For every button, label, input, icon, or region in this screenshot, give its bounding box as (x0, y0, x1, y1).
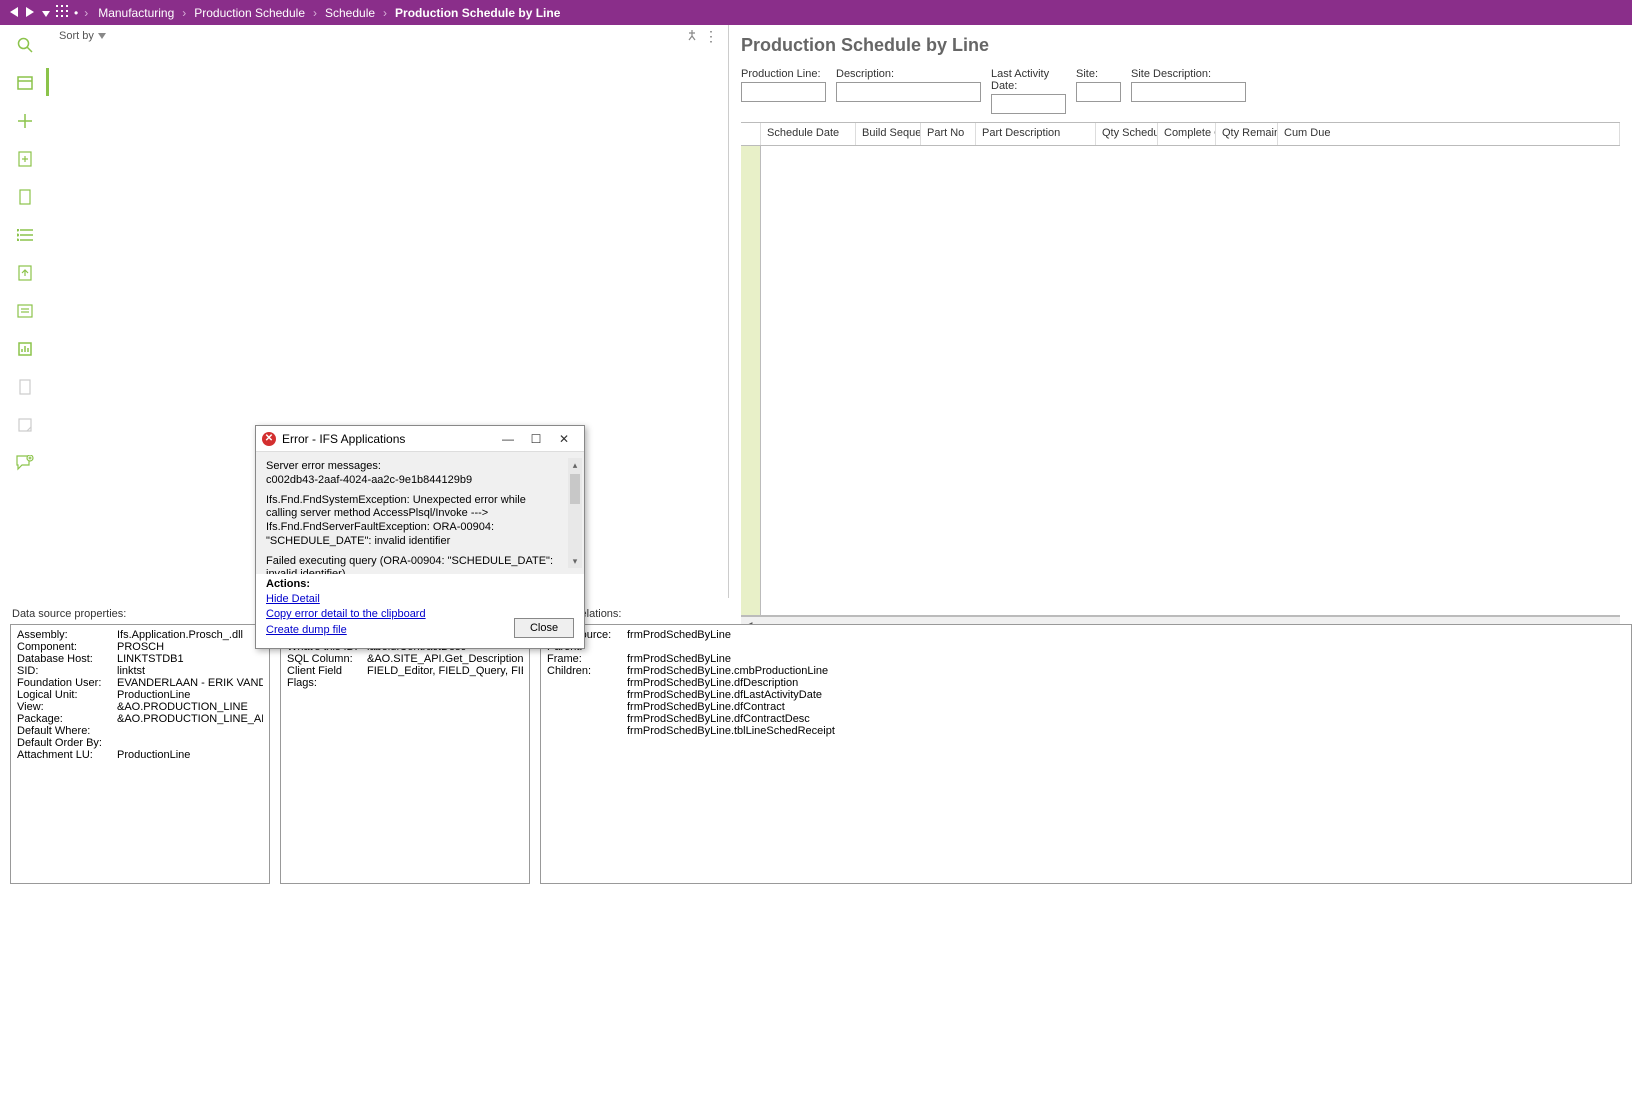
grid-header: Schedule Date Build Sequence Part No Par… (741, 122, 1620, 146)
chat-plus-icon[interactable] (15, 453, 35, 473)
sort-by-button[interactable]: Sort by (59, 30, 106, 42)
export-icon[interactable] (15, 263, 35, 283)
bottom-panels: Data source properties: ▴ Assembly:Ifs.A… (10, 608, 1632, 1120)
breadcrumb: Manufacturing › Production Schedule › Sc… (98, 6, 560, 20)
rel-child: frmProdSchedByLine.tblLineSchedReceipt (627, 725, 1625, 737)
nav-forward-icon[interactable] (26, 6, 36, 20)
crumb-schedule[interactable]: Schedule (325, 6, 375, 20)
grid-row-gutter (741, 146, 761, 615)
crumb-manufacturing[interactable]: Manufacturing (98, 6, 174, 20)
col-schedule-date[interactable]: Schedule Date (761, 123, 856, 145)
search-icon[interactable] (15, 35, 35, 55)
crumb-current: Production Schedule by Line (395, 6, 560, 20)
rel-child: frmProdSchedByLine.dfLastActivityDate (627, 689, 1625, 701)
kv-row: Logical Unit:ProductionLine (17, 689, 263, 701)
dialog-title: Error - IFS Applications (282, 432, 494, 446)
schedule-grid: Schedule Date Build Sequence Part No Par… (741, 122, 1620, 633)
col-qty-sched[interactable]: Qty Scheduled (1096, 123, 1158, 145)
error-icon: ✕ (262, 432, 276, 446)
nav-back-icon[interactable] (10, 6, 20, 20)
kv-row: Package:&AO.PRODUCTION_LINE_API (17, 713, 263, 725)
top-bar: • › Manufacturing › Production Schedule … (0, 0, 1632, 25)
rel-child: frmProdSchedByLine.dfDescription (627, 677, 1625, 689)
maximize-button[interactable]: ☐ (522, 432, 550, 446)
form-icon[interactable] (15, 301, 35, 321)
label-site: Site: (1076, 68, 1121, 80)
nav-dropdown-icon[interactable] (42, 6, 50, 20)
sip-box: Control:dfContractDescWhat's this ID:lab… (280, 624, 530, 884)
minimize-button[interactable]: — (494, 432, 522, 446)
kv-row: Component:PROSCH (17, 641, 263, 653)
bullet-icon: • (74, 6, 78, 20)
link-copy-clipboard[interactable]: Copy error detail to the clipboard (266, 607, 426, 622)
label-production-line: Production Line: (741, 68, 826, 80)
chart-icon[interactable] (15, 339, 35, 359)
add-page-icon[interactable] (15, 149, 35, 169)
dsp-box: ▴ Assembly:Ifs.Application.Prosch_.dllCo… (10, 624, 270, 884)
rel-child: frmProdSchedByLine.dfContractDesc (627, 713, 1625, 725)
kv-row: Attachment LU:ProductionLine (17, 749, 263, 761)
page-icon[interactable] (15, 187, 35, 207)
dialog-scrollbar[interactable]: ▴▾ (568, 458, 582, 568)
col-part-no[interactable]: Part No (921, 123, 976, 145)
label-last-activity: Last Activity Date: (991, 68, 1066, 92)
kv-row: Assembly:Ifs.Application.Prosch_.dll (17, 629, 263, 641)
label-site-desc: Site Description: (1131, 68, 1246, 80)
kv-row: Client Field Flags:FIELD_Editor, FIELD_Q… (287, 665, 523, 689)
kv-row: SID:linktst (17, 665, 263, 677)
rel-title: Object relations: (540, 608, 1632, 620)
col-build-seq[interactable]: Build Sequence (856, 123, 921, 145)
list-icon[interactable] (15, 225, 35, 245)
apps-grid-icon[interactable] (56, 5, 68, 20)
kv-row: SQL Column:&AO.SITE_API.Get_Description(… (287, 653, 523, 665)
input-description[interactable] (836, 82, 981, 102)
dsp-title: Data source properties: (10, 608, 270, 620)
kv-row: Default Order By: (17, 737, 263, 749)
close-button[interactable]: Close (514, 618, 574, 638)
kv-row: Parent: (547, 641, 1625, 653)
input-production-line[interactable] (741, 82, 826, 102)
detail-pane: Production Schedule by Line Production L… (729, 25, 1632, 598)
input-site[interactable] (1076, 82, 1121, 102)
close-window-button[interactable]: ✕ (550, 432, 578, 446)
grid-rows (761, 146, 1620, 615)
rel-box: Data Source:frmProdSchedByLineParent:Fra… (540, 624, 1632, 884)
dialog-body: Server error messages:c002db43-2aaf-4024… (256, 452, 584, 574)
kv-row: View:&AO.PRODUCTION_LINE (17, 701, 263, 713)
pin-icon[interactable] (686, 29, 698, 44)
input-last-activity[interactable] (991, 94, 1066, 114)
sidebar (0, 25, 49, 598)
doc-icon[interactable] (15, 377, 35, 397)
col-part-desc[interactable]: Part Description (976, 123, 1096, 145)
kv-row: Data Source:frmProdSchedByLine (547, 629, 1625, 641)
rel-child: frmProdSchedByLine.dfContract (627, 701, 1625, 713)
link-hide-detail[interactable]: Hide Detail (266, 592, 426, 607)
kv-row: Foundation User:EVANDERLAAN - ERIK VANDE… (17, 677, 263, 689)
label-description: Description: (836, 68, 981, 80)
plus-icon[interactable] (15, 111, 35, 131)
col-qty-remaining[interactable]: Qty Remaining (1216, 123, 1278, 145)
kv-row: Children:frmProdSchedByLine.cmbProductio… (547, 665, 1625, 677)
kv-row: Frame:frmProdSchedByLine (547, 653, 1625, 665)
kv-row: Default Where: (17, 725, 263, 737)
more-icon[interactable]: ⋮ (704, 28, 718, 45)
kv-row: Database Host:LINKTSTDB1 (17, 653, 263, 665)
card-icon[interactable] (15, 73, 35, 93)
col-cum-due[interactable]: Cum Due (1278, 123, 1620, 145)
input-site-desc[interactable] (1131, 82, 1246, 102)
page-title: Production Schedule by Line (741, 35, 1620, 56)
actions-header: Actions: (266, 578, 426, 590)
col-complete-qty[interactable]: Complete Qty (1158, 123, 1216, 145)
crumb-production-schedule[interactable]: Production Schedule (194, 6, 305, 20)
error-dialog: ✕ Error - IFS Applications — ☐ ✕ Server … (255, 425, 585, 649)
link-create-dump[interactable]: Create dump file (266, 623, 426, 638)
note-icon[interactable] (15, 415, 35, 435)
